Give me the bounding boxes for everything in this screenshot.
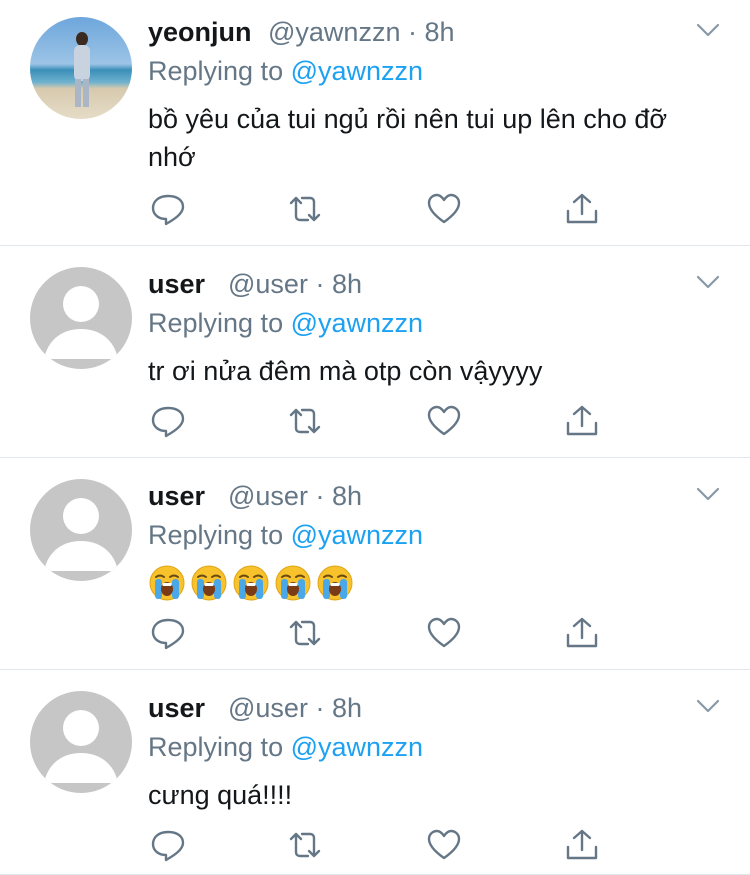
- avatar[interactable]: [30, 691, 132, 793]
- retweet-button[interactable]: [287, 404, 323, 438]
- chevron-down-icon[interactable]: [694, 480, 722, 508]
- retweet-icon: [289, 620, 321, 646]
- retweet-button[interactable]: [287, 828, 323, 862]
- handle[interactable]: @yawnzzn · 8h: [268, 15, 455, 49]
- tweet[interactable]: user @user · 8h Replying to @yawnzzn tr …: [0, 246, 750, 458]
- share-icon: [566, 617, 598, 648]
- handle[interactable]: @user · 8h: [228, 267, 362, 301]
- separator-dot: ·: [315, 693, 325, 723]
- retweet-icon: [289, 408, 321, 434]
- heart-icon: [427, 829, 461, 860]
- reply-icon: [151, 194, 185, 226]
- handle[interactable]: @user · 8h: [228, 691, 362, 725]
- handle[interactable]: @user · 8h: [228, 479, 362, 513]
- timestamp[interactable]: 8h: [332, 269, 362, 299]
- like-button[interactable]: [426, 192, 462, 226]
- reply-button[interactable]: [150, 828, 186, 862]
- retweet-icon: [289, 832, 321, 858]
- tweet[interactable]: user @user · 8h Replying to @yawnzzn: [0, 458, 750, 670]
- share-button[interactable]: [564, 192, 600, 226]
- like-button[interactable]: [426, 404, 462, 438]
- retweet-button[interactable]: [287, 616, 323, 650]
- share-icon: [566, 405, 598, 436]
- tweet[interactable]: user @user · 8h Replying to @yawnzzn cưn…: [0, 670, 750, 875]
- username[interactable]: user: [148, 479, 205, 513]
- reply-icon: [151, 618, 185, 650]
- share-button[interactable]: [564, 404, 600, 438]
- action-bar: [150, 616, 610, 650]
- tweet[interactable]: yeonjun @yawnzzn · 8h Replying to @yawnz…: [0, 0, 750, 246]
- share-icon: [566, 193, 598, 224]
- separator-dot: ·: [315, 269, 325, 299]
- action-bar: [150, 828, 610, 862]
- reply-button[interactable]: [150, 192, 186, 226]
- tweet-text: cưng quá!!!!: [148, 780, 293, 810]
- tweet-text: tr ơi nửa đêm mà otp còn vậyyyy: [148, 356, 543, 386]
- chevron-down-icon[interactable]: [694, 268, 722, 296]
- avatar[interactable]: [30, 267, 132, 369]
- tweet-text: bồ yêu của tui ngủ rồi nên tui up lên ch…: [148, 104, 668, 172]
- replying-to: Replying to @yawnzzn: [148, 520, 424, 550]
- separator-dot: ·: [407, 17, 417, 47]
- timestamp[interactable]: 8h: [332, 693, 362, 723]
- username[interactable]: user: [148, 267, 205, 301]
- share-button[interactable]: [564, 616, 600, 650]
- timestamp[interactable]: 8h: [425, 17, 455, 47]
- like-button[interactable]: [426, 828, 462, 862]
- loudly-crying-face-icon: [275, 565, 311, 601]
- reply-icon: [151, 830, 185, 862]
- avatar-person-icon: [74, 32, 90, 107]
- username[interactable]: user: [148, 691, 205, 725]
- retweet-icon: [289, 196, 321, 222]
- mention-link[interactable]: @yawnzzn: [291, 732, 423, 762]
- heart-icon: [427, 405, 461, 436]
- replying-to: Replying to @yawnzzn: [148, 732, 424, 762]
- username[interactable]: yeonjun: [148, 15, 252, 49]
- avatar[interactable]: [30, 17, 132, 119]
- loudly-crying-face-icon: [191, 565, 227, 601]
- timestamp[interactable]: 8h: [332, 481, 362, 511]
- emoji-row: [148, 564, 354, 602]
- heart-icon: [427, 193, 461, 224]
- loudly-crying-face-icon: [233, 565, 269, 601]
- chevron-down-icon[interactable]: [694, 16, 722, 44]
- loudly-crying-face-icon: [149, 565, 185, 601]
- default-avatar-icon: [44, 286, 118, 359]
- share-icon: [566, 829, 598, 860]
- separator-dot: ·: [315, 481, 325, 511]
- loudly-crying-face-icon: [317, 565, 353, 601]
- default-avatar-icon: [44, 498, 118, 571]
- reply-button[interactable]: [150, 616, 186, 650]
- heart-icon: [427, 617, 461, 648]
- reply-button[interactable]: [150, 404, 186, 438]
- avatar[interactable]: [30, 479, 132, 581]
- mention-link[interactable]: @yawnzzn: [291, 56, 423, 86]
- retweet-button[interactable]: [287, 192, 323, 226]
- chevron-down-icon[interactable]: [694, 692, 722, 720]
- default-avatar-icon: [44, 710, 118, 783]
- replying-to: Replying to @yawnzzn: [148, 308, 424, 338]
- action-bar: [150, 404, 610, 438]
- like-button[interactable]: [426, 616, 462, 650]
- action-bar: [150, 192, 610, 226]
- reply-icon: [151, 406, 185, 438]
- mention-link[interactable]: @yawnzzn: [291, 308, 423, 338]
- mention-link[interactable]: @yawnzzn: [291, 520, 423, 550]
- replying-to: Replying to @yawnzzn: [148, 56, 424, 86]
- share-button[interactable]: [564, 828, 600, 862]
